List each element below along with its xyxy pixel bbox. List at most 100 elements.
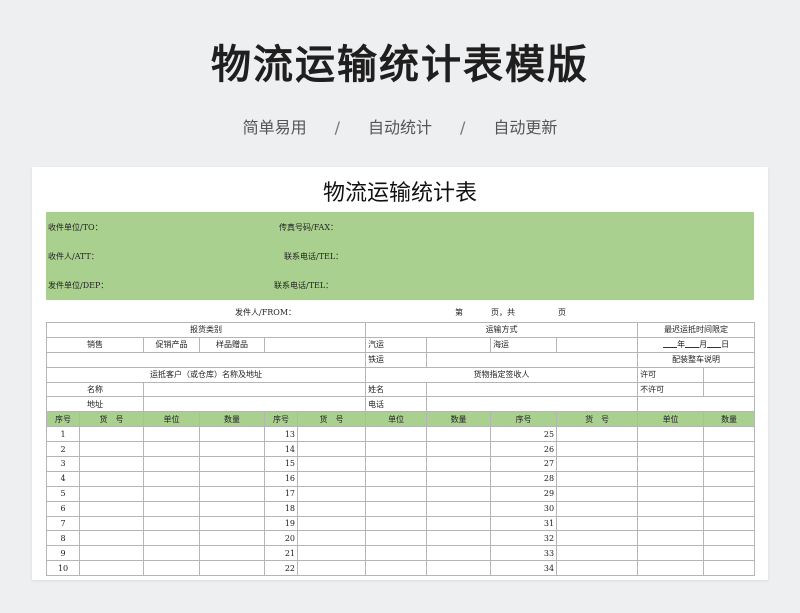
cell[interactable] (79, 500, 144, 517)
cell[interactable] (365, 530, 428, 547)
cell[interactable] (143, 441, 200, 458)
cell[interactable] (637, 560, 705, 577)
cell[interactable] (143, 515, 200, 532)
cell[interactable] (142, 381, 367, 398)
cell[interactable] (426, 456, 492, 472)
cell[interactable] (296, 530, 367, 547)
cell[interactable] (703, 530, 756, 547)
cell[interactable] (426, 530, 492, 547)
cell[interactable] (199, 441, 265, 458)
cell[interactable] (426, 396, 639, 413)
cell[interactable] (637, 500, 705, 517)
cell[interactable] (365, 515, 428, 532)
cell[interactable] (703, 381, 756, 398)
cell[interactable] (79, 456, 144, 472)
cell[interactable] (79, 515, 144, 532)
cell[interactable] (199, 515, 265, 532)
cell[interactable] (365, 456, 428, 472)
cell[interactable] (703, 500, 756, 517)
cell[interactable] (79, 441, 144, 458)
cell[interactable] (199, 560, 265, 577)
cell[interactable] (199, 500, 265, 517)
cell[interactable] (703, 456, 756, 472)
deadline-date[interactable]: 年月日 (637, 336, 756, 353)
cell[interactable] (556, 545, 639, 562)
cell[interactable] (143, 560, 200, 577)
cell[interactable] (79, 485, 144, 502)
cell[interactable] (426, 381, 639, 398)
cell[interactable] (426, 441, 492, 458)
cell[interactable] (199, 530, 265, 547)
cell[interactable] (365, 470, 428, 487)
cell[interactable] (296, 470, 367, 487)
cell[interactable] (426, 426, 492, 443)
cell[interactable] (365, 500, 428, 517)
cell[interactable] (556, 500, 639, 517)
cell[interactable] (45, 351, 367, 368)
cell[interactable] (143, 426, 200, 443)
cell[interactable] (79, 530, 144, 547)
cell[interactable] (143, 500, 200, 517)
cell[interactable] (79, 426, 144, 443)
cell[interactable] (143, 456, 200, 472)
cell[interactable] (296, 485, 367, 502)
cell[interactable] (79, 545, 144, 562)
cell[interactable] (296, 441, 367, 458)
cell[interactable] (637, 396, 756, 413)
cell[interactable] (296, 515, 367, 532)
cell[interactable] (703, 441, 756, 458)
cell[interactable] (143, 530, 200, 547)
cell[interactable] (142, 396, 367, 413)
cell[interactable] (637, 485, 705, 502)
cell[interactable] (426, 351, 639, 368)
cell[interactable] (637, 426, 705, 443)
cell[interactable] (556, 485, 639, 502)
cell[interactable] (703, 560, 756, 577)
cell[interactable] (703, 515, 756, 532)
cell[interactable] (296, 560, 367, 577)
cell[interactable] (143, 545, 200, 562)
cell[interactable] (426, 560, 492, 577)
cell[interactable] (296, 426, 367, 443)
cell[interactable] (556, 560, 639, 577)
cell[interactable] (199, 545, 265, 562)
cell[interactable] (199, 485, 265, 502)
cell[interactable] (637, 456, 705, 472)
cell[interactable] (79, 470, 144, 487)
cell[interactable] (365, 545, 428, 562)
cell[interactable] (703, 426, 756, 443)
cell[interactable] (637, 530, 705, 547)
cell[interactable] (199, 426, 265, 443)
cell[interactable] (556, 426, 639, 443)
cell[interactable] (365, 426, 428, 443)
cell[interactable] (296, 500, 367, 517)
cell[interactable] (426, 500, 492, 517)
cell[interactable] (426, 336, 492, 353)
cell[interactable] (426, 545, 492, 562)
cell[interactable] (703, 545, 756, 562)
cell[interactable] (143, 485, 200, 502)
cell[interactable] (637, 470, 705, 487)
cell[interactable] (703, 485, 756, 502)
cell[interactable] (199, 456, 265, 472)
cell[interactable] (556, 336, 639, 353)
cell[interactable] (637, 545, 705, 562)
cell[interactable] (296, 456, 367, 472)
cell[interactable] (703, 366, 756, 383)
cell[interactable] (556, 441, 639, 458)
cell[interactable] (199, 470, 265, 487)
cell[interactable] (556, 515, 639, 532)
cell[interactable] (703, 470, 756, 487)
cell[interactable] (426, 470, 492, 487)
cell[interactable] (79, 560, 144, 577)
cell[interactable] (426, 485, 492, 502)
cell[interactable] (556, 456, 639, 472)
cell[interactable] (556, 470, 639, 487)
cell[interactable] (263, 336, 367, 353)
cell[interactable] (426, 515, 492, 532)
cell[interactable] (365, 441, 428, 458)
cell[interactable] (365, 560, 428, 577)
cell[interactable] (637, 441, 705, 458)
cell[interactable] (556, 530, 639, 547)
cell[interactable] (296, 545, 367, 562)
